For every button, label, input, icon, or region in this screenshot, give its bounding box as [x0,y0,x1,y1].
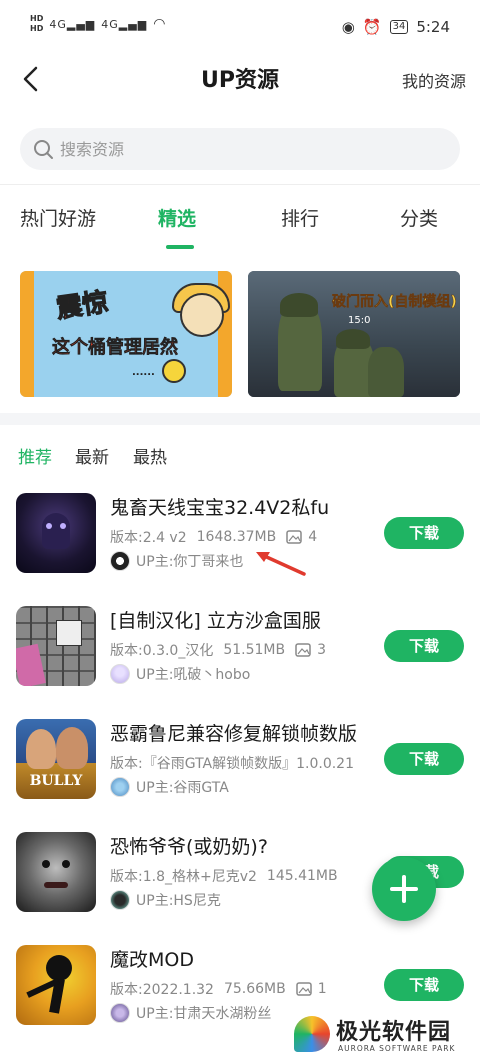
emoji-icon [162,359,186,383]
game-thumbnail [16,606,96,686]
alarm-icon: ⏰ [362,18,382,36]
clock: 5:24 [416,18,450,36]
tab-hot-games[interactable]: 热门好游 [20,204,96,231]
cartoon-face [180,293,224,337]
item-title: 魔改MOD [110,949,194,971]
image-icon [286,530,302,544]
avatar [110,1003,130,1023]
subtab-latest[interactable]: 最新 [75,443,109,468]
item-size: 75.66MB [223,981,286,997]
item-size: 51.51MB [223,642,286,658]
watermark: 极光软件园 AURORA SOFTWARE PARK [290,1012,480,1061]
signal-icon-2: 4G▂▄▆ [101,17,148,31]
download-button[interactable]: 下载 [384,630,464,662]
item-meta: 版本:0.3.0_汉化 51.51MB 3 [110,640,326,660]
banner-1-subtitle: 这个桶管理居然 [52,337,179,359]
uploader-name: UP主:HS尼克 [136,893,221,909]
banner-1-title: 震惊 [54,287,111,325]
status-right: ◉ ⏰ 34 5:24 [342,18,450,36]
image-icon [295,643,311,657]
item-version: 版本:1.8_格林+尼克v2 [110,869,257,885]
uploader-name: UP主:甘肃天水湖粉丝 [136,1006,272,1022]
game-thumbnail [16,832,96,912]
download-button[interactable]: 下载 [384,969,464,1001]
item-meta: 版本:1.8_格林+尼克v2 145.41MB [110,866,338,886]
search-bar[interactable] [20,128,460,170]
item-uploader: UP主:HS尼克 [110,890,221,910]
download-button[interactable]: 下载 [384,743,464,775]
banner-2-title: 破门而入(自制模组) [332,294,457,311]
section-gap [0,413,480,425]
item-version: 版本:2022.1.32 [110,982,214,998]
subtab-recommended[interactable]: 推荐 [18,443,52,468]
image-icon [295,982,312,996]
aurora-logo-icon [294,1016,330,1052]
list-item[interactable]: 鬼畜天线宝宝32.4V2私fu 版本:2.4 v2 1648.37MB 4 UP… [0,493,480,606]
avatar [110,664,130,684]
soldier-figure [368,347,404,397]
watermark-cn: 极光软件园 [336,1020,452,1045]
tab-category[interactable]: 分类 [400,204,438,231]
tab-active-indicator [166,245,194,249]
item-uploader: UP主:甘肃天水湖粉丝 [110,1003,271,1023]
my-resources-link[interactable]: 我的资源 [402,68,466,92]
banner-1-dots: ...... [132,367,155,378]
add-resource-button[interactable] [372,857,436,921]
uploader-name: UP主:谷雨GTA [136,780,229,796]
item-version: 版本:0.3.0_汉化 [110,643,214,659]
avatar [110,551,130,571]
item-meta: 版本:2022.1.32 75.66MB 1 [110,979,327,999]
watermark-en: AURORA SOFTWARE PARK [338,1044,456,1053]
status-bar: HD HD 4G▂▄▆ 4G▂▄▆ ◠ ◉ ⏰ 34 5:24 [0,0,480,56]
banner-1[interactable]: 震惊 这个桶管理居然 ...... [20,271,232,397]
item-title: [自制汉化] 立方沙盒国服 [110,610,321,632]
avatar [110,777,130,797]
avatar [110,890,130,910]
download-button[interactable]: 下载 [384,517,464,549]
item-meta: 版本:『谷雨GTA解锁帧数版』1.0.0.21 [110,753,354,773]
battery-icon: 34 [389,20,409,34]
red-arrow-annotation [256,552,306,576]
wifi-icon: ◠ [153,16,166,32]
app-header: UP资源 我的资源 [0,56,480,102]
game-thumbnail: BULLY [16,719,96,799]
tab-ranking[interactable]: 排行 [281,204,319,231]
list-item[interactable]: [自制汉化] 立方沙盒国服 版本:0.3.0_汉化 51.51MB 3 UP主:… [0,606,480,719]
item-uploader: UP主:谷雨GTA [110,777,229,797]
item-title: 恶霸鲁尼兼容修复解锁帧数版 [110,723,358,745]
item-image-count: 4 [308,529,318,545]
search-input[interactable] [60,128,440,170]
item-version: 版本:2.4 v2 [110,530,187,546]
divider [0,184,480,185]
list-item[interactable]: BULLY 恶霸鲁尼兼容修复解锁帧数版 版本:『谷雨GTA解锁帧数版』1.0.0… [0,719,480,832]
search-icon [34,140,53,159]
banner-2-subtitle: 15:0 [348,315,371,326]
item-size: 1648.37MB [196,529,277,545]
item-image-count: 1 [317,981,327,997]
game-thumbnail [16,493,96,573]
uploader-name: UP主:你丁哥来也 [136,554,244,570]
item-uploader: UP主:你丁哥来也 [110,551,243,571]
status-left: HD HD 4G▂▄▆ 4G▂▄▆ ◠ [30,14,165,34]
uploader-name: UP主:吼破丶hobo [136,667,251,683]
subtab-hottest[interactable]: 最热 [133,443,167,468]
item-uploader: UP主:吼破丶hobo [110,664,250,684]
item-size: 145.41MB [266,868,338,884]
item-image-count: 3 [317,642,327,658]
hd-indicator: HD HD [30,14,44,33]
game-thumbnail [16,945,96,1025]
item-version: 版本:『谷雨GTA解锁帧数版』1.0.0.21 [110,756,354,772]
item-title: 鬼畜天线宝宝32.4V2私fu [110,497,330,519]
tab-featured[interactable]: 精选 [158,204,196,231]
banner-2[interactable]: 破门而入(自制模组) 15:0 [248,271,460,397]
item-title: 恐怖爷爷(或奶奶)? [110,836,268,858]
eye-icon: ◉ [341,18,355,36]
tab-bar: 热门好游 精选 排行 分类 [0,200,480,250]
signal-icon: 4G▂▄▆ [49,17,96,31]
